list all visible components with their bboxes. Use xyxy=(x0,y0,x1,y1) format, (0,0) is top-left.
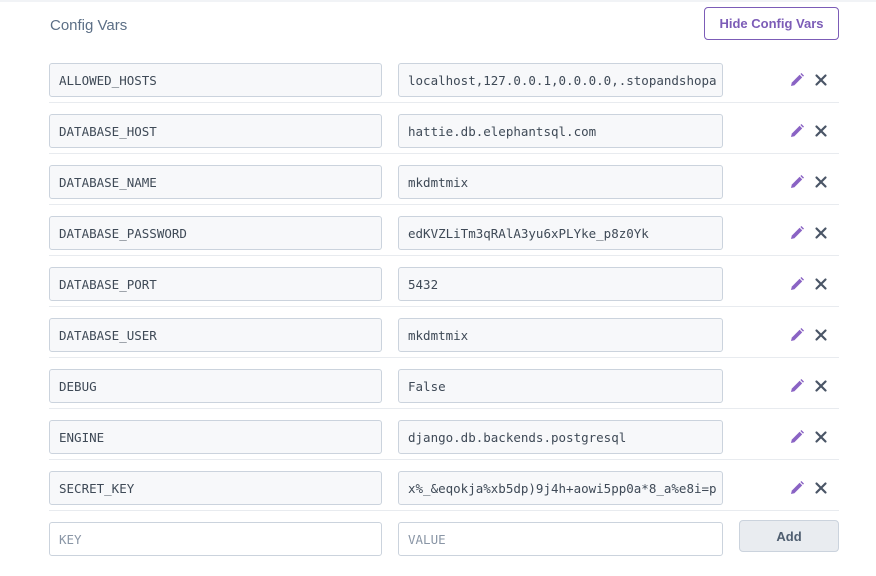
config-var-row: DEBUG False xyxy=(49,358,839,409)
close-icon[interactable] xyxy=(813,327,829,343)
config-var-row: DATABASE_USER mkdmtmix xyxy=(49,307,839,358)
close-icon[interactable] xyxy=(813,72,829,88)
close-icon[interactable] xyxy=(813,225,829,241)
close-icon[interactable] xyxy=(813,378,829,394)
pencil-icon[interactable] xyxy=(789,225,805,241)
config-var-row: DATABASE_HOST hattie.db.elephantsql.com xyxy=(49,103,839,154)
config-var-key-field[interactable]: ALLOWED_HOSTS xyxy=(49,63,382,97)
pencil-icon[interactable] xyxy=(789,327,805,343)
pencil-icon[interactable] xyxy=(789,72,805,88)
config-var-value-field[interactable]: mkdmtmix xyxy=(398,318,723,352)
config-var-key-field[interactable]: DATABASE_PASSWORD xyxy=(49,216,382,250)
config-var-value-field[interactable]: hattie.db.elephantsql.com xyxy=(398,114,723,148)
config-var-key-field[interactable]: DATABASE_NAME xyxy=(49,165,382,199)
config-var-key-field[interactable]: DATABASE_PORT xyxy=(49,267,382,301)
config-var-row: DATABASE_PORT 5432 xyxy=(49,256,839,307)
config-var-value-field[interactable]: django.db.backends.postgresql xyxy=(398,420,723,454)
new-value-input[interactable]: VALUE xyxy=(398,522,723,556)
close-icon[interactable] xyxy=(813,429,829,445)
config-var-row: SECRET_KEY x%_&eqokja%xb5dp)9j4h+aowi5pp0… xyxy=(49,460,839,511)
add-button[interactable]: Add xyxy=(739,520,839,552)
close-icon[interactable] xyxy=(813,174,829,190)
new-key-input[interactable]: KEY xyxy=(49,522,382,556)
config-var-key-field[interactable]: ENGINE xyxy=(49,420,382,454)
config-var-value-field[interactable]: mkdmtmix xyxy=(398,165,723,199)
pencil-icon[interactable] xyxy=(789,429,805,445)
pencil-icon[interactable] xyxy=(789,276,805,292)
config-var-value-field[interactable]: edKVZLiTm3qRAlA3yu6xPLYke_p8z0Yk xyxy=(398,216,723,250)
pencil-icon[interactable] xyxy=(789,480,805,496)
section-title: Config Vars xyxy=(50,17,128,34)
config-var-row: ALLOWED_HOSTS localhost,127.0.0.1,0.0.0.0… xyxy=(49,52,839,103)
config-var-value-field[interactable]: 5432 xyxy=(398,267,723,301)
config-var-key-field[interactable]: SECRET_KEY xyxy=(49,471,382,505)
config-var-key-field[interactable]: DATABASE_USER xyxy=(49,318,382,352)
new-config-var-row: KEY VALUE Add xyxy=(49,511,839,562)
hide-config-vars-button[interactable]: Hide Config Vars xyxy=(704,7,839,40)
config-var-key-field[interactable]: DATABASE_HOST xyxy=(49,114,382,148)
config-var-key-field[interactable]: DEBUG xyxy=(49,369,382,403)
config-var-value-field[interactable]: x%_&eqokja%xb5dp)9j4h+aowi5pp0a*8_a%e8i=… xyxy=(398,471,723,505)
config-var-row: DATABASE_NAME mkdmtmix xyxy=(49,154,839,205)
close-icon[interactable] xyxy=(813,480,829,496)
pencil-icon[interactable] xyxy=(789,123,805,139)
close-icon[interactable] xyxy=(813,123,829,139)
config-var-value-field[interactable]: False xyxy=(398,369,723,403)
pencil-icon[interactable] xyxy=(789,378,805,394)
top-border xyxy=(0,0,876,2)
config-var-row: ENGINE django.db.backends.postgresql xyxy=(49,409,839,460)
pencil-icon[interactable] xyxy=(789,174,805,190)
close-icon[interactable] xyxy=(813,276,829,292)
config-var-value-field[interactable]: localhost,127.0.0.1,0.0.0.0,.stopandshop… xyxy=(398,63,723,97)
config-var-row: DATABASE_PASSWORD edKVZLiTm3qRAlA3yu6xPLY… xyxy=(49,205,839,256)
